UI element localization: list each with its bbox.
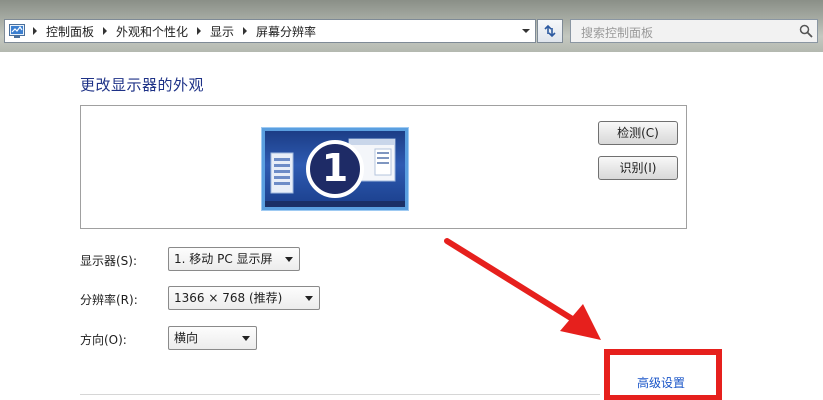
annotation-arrow-icon <box>444 238 601 340</box>
advanced-settings-link[interactable]: 高级设置 <box>637 374 685 391</box>
